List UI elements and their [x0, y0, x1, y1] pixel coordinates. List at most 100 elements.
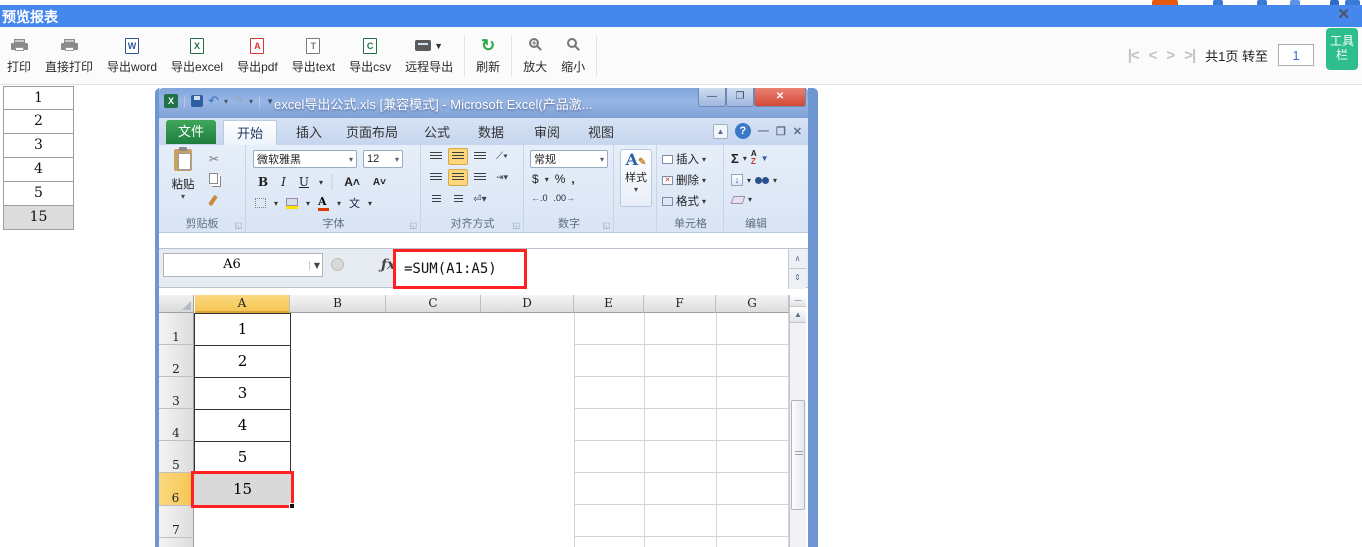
- refresh-button[interactable]: ↻ 刷新: [469, 34, 507, 78]
- help-icon[interactable]: ?: [735, 123, 751, 139]
- cut-button[interactable]: ✂: [209, 150, 219, 168]
- customize-qat-icon[interactable]: ▼: [266, 97, 274, 106]
- format-cells-button[interactable]: 格式▾: [662, 193, 706, 209]
- vertical-scrollbar[interactable]: — ▲: [789, 295, 806, 547]
- print-button[interactable]: 打印: [0, 34, 38, 78]
- borders-icon[interactable]: [255, 198, 266, 208]
- undo-icon[interactable]: ↶: [208, 93, 219, 109]
- direct-print-button[interactable]: 直接打印: [38, 34, 100, 78]
- font-size-combo[interactable]: 12▾: [363, 150, 403, 168]
- orientation-button[interactable]: ⟋▾: [492, 148, 512, 165]
- toolbar-toggle-button[interactable]: 工具栏: [1326, 28, 1358, 70]
- insert-cells-button[interactable]: 插入▾: [662, 151, 706, 167]
- column-header-d[interactable]: D: [481, 295, 574, 313]
- cell-a2[interactable]: 2: [195, 346, 290, 378]
- cell-a1[interactable]: 1: [195, 314, 290, 346]
- chevron-down-icon[interactable]: ▾: [319, 178, 323, 187]
- currency-button[interactable]: $: [532, 172, 539, 186]
- export-word-button[interactable]: W 导出word: [100, 34, 164, 78]
- sort-filter-button[interactable]: AZ: [751, 150, 757, 166]
- grow-font-button[interactable]: A˄: [341, 175, 363, 189]
- remote-export-button[interactable]: ▼ 远程导出: [398, 34, 460, 78]
- dialog-launcher-icon[interactable]: ◱: [409, 221, 417, 230]
- last-page-icon[interactable]: >|: [1184, 47, 1195, 64]
- fill-down-button[interactable]: ↓: [731, 174, 743, 186]
- cell-a5[interactable]: 5: [195, 442, 290, 474]
- align-top-button[interactable]: [426, 148, 446, 165]
- prev-page-icon[interactable]: <: [1149, 47, 1157, 64]
- export-csv-button[interactable]: C 导出csv: [342, 34, 398, 78]
- maximize-button[interactable]: ❐: [726, 88, 754, 107]
- phonetic-guide-button[interactable]: 文: [349, 195, 360, 211]
- formula-bar-expand[interactable]: ∧ ⇕: [788, 249, 806, 289]
- font-name-combo[interactable]: 微软雅黑▾: [253, 150, 357, 168]
- decrease-decimal-button[interactable]: .00→: [554, 193, 576, 203]
- fill-color-button[interactable]: [286, 198, 298, 209]
- cell-styles-button[interactable]: A✎ 样式 ▾: [620, 149, 652, 207]
- workbook-minimize-icon[interactable]: —: [758, 125, 769, 137]
- align-middle-button[interactable]: [448, 148, 468, 165]
- delete-cells-button[interactable]: ✕ 删除▾: [662, 172, 706, 188]
- paste-button[interactable]: 粘贴 ▾: [165, 149, 201, 201]
- tab-data[interactable]: 数据: [469, 120, 513, 145]
- redo-icon[interactable]: ↷: [233, 93, 244, 109]
- close-button[interactable]: ✕: [754, 88, 806, 107]
- shrink-font-button[interactable]: A˅: [370, 177, 389, 188]
- save-icon[interactable]: [191, 95, 203, 107]
- zoom-out-button[interactable]: 缩小: [554, 34, 592, 78]
- row-header-6[interactable]: 6: [159, 473, 194, 506]
- cell-a6-selected[interactable]: 15: [191, 471, 294, 508]
- cell-a3[interactable]: 3: [195, 378, 290, 410]
- workbook-restore-icon[interactable]: ❐: [776, 125, 786, 138]
- column-header-c[interactable]: C: [386, 295, 481, 313]
- copy-button[interactable]: [209, 171, 218, 189]
- minimize-ribbon-icon[interactable]: ▲: [713, 124, 728, 139]
- dialog-launcher-icon[interactable]: ◱: [602, 221, 610, 230]
- font-color-button[interactable]: A: [318, 195, 329, 211]
- wrap-text-button[interactable]: ⏎▾: [470, 191, 490, 208]
- column-header-e[interactable]: E: [574, 295, 644, 313]
- scrollbar-thumb[interactable]: [791, 400, 805, 510]
- tab-page-layout[interactable]: 页面布局: [339, 120, 405, 145]
- row-header-3[interactable]: 3: [159, 377, 194, 409]
- decrease-indent-button[interactable]: [426, 191, 446, 208]
- workbook-close-icon[interactable]: ✕: [793, 125, 802, 138]
- first-page-icon[interactable]: |<: [1128, 47, 1139, 64]
- select-all-corner[interactable]: [159, 295, 194, 313]
- export-pdf-button[interactable]: A 导出pdf: [230, 34, 285, 78]
- export-excel-button[interactable]: X 导出excel: [164, 34, 230, 78]
- number-format-combo[interactable]: 常规▾: [530, 150, 608, 168]
- export-text-button[interactable]: T 导出text: [285, 34, 342, 78]
- bold-button[interactable]: B: [255, 175, 271, 189]
- column-header-g[interactable]: G: [716, 295, 789, 313]
- clear-button[interactable]: [731, 196, 746, 204]
- goto-page-input[interactable]: [1278, 44, 1314, 66]
- split-handle[interactable]: —: [790, 295, 806, 307]
- chevron-down-icon[interactable]: ▾: [249, 97, 253, 106]
- row-header-5[interactable]: 5: [159, 441, 194, 473]
- column-header-a[interactable]: A: [195, 295, 290, 313]
- tab-review[interactable]: 审阅: [525, 120, 569, 145]
- comma-button[interactable]: ,: [571, 172, 574, 186]
- find-select-button[interactable]: [755, 171, 769, 189]
- italic-button[interactable]: I: [278, 175, 289, 189]
- tab-formulas[interactable]: 公式: [415, 120, 459, 145]
- tab-file[interactable]: 文件: [166, 120, 216, 144]
- row-header-7[interactable]: 7: [159, 506, 194, 538]
- column-header-f[interactable]: F: [644, 295, 716, 313]
- underline-button[interactable]: U: [296, 175, 312, 189]
- cell-range-a1-a5[interactable]: 1 2 3 4 5: [194, 313, 291, 474]
- autosum-button[interactable]: Σ: [731, 151, 739, 166]
- tab-insert[interactable]: 插入: [287, 120, 331, 145]
- align-right-button[interactable]: [470, 169, 490, 186]
- minimize-button[interactable]: —: [698, 88, 726, 107]
- tab-home[interactable]: 开始: [223, 120, 277, 145]
- next-page-icon[interactable]: >: [1166, 47, 1174, 64]
- percent-button[interactable]: %: [555, 172, 566, 186]
- align-left-button[interactable]: [426, 169, 446, 186]
- close-icon[interactable]: ✕: [1337, 5, 1350, 23]
- row-header-2[interactable]: 2: [159, 345, 194, 377]
- row-header-8[interactable]: 8: [159, 538, 194, 547]
- name-box[interactable]: A6 ▼: [163, 253, 323, 277]
- chevron-down-icon[interactable]: ▾: [224, 97, 228, 106]
